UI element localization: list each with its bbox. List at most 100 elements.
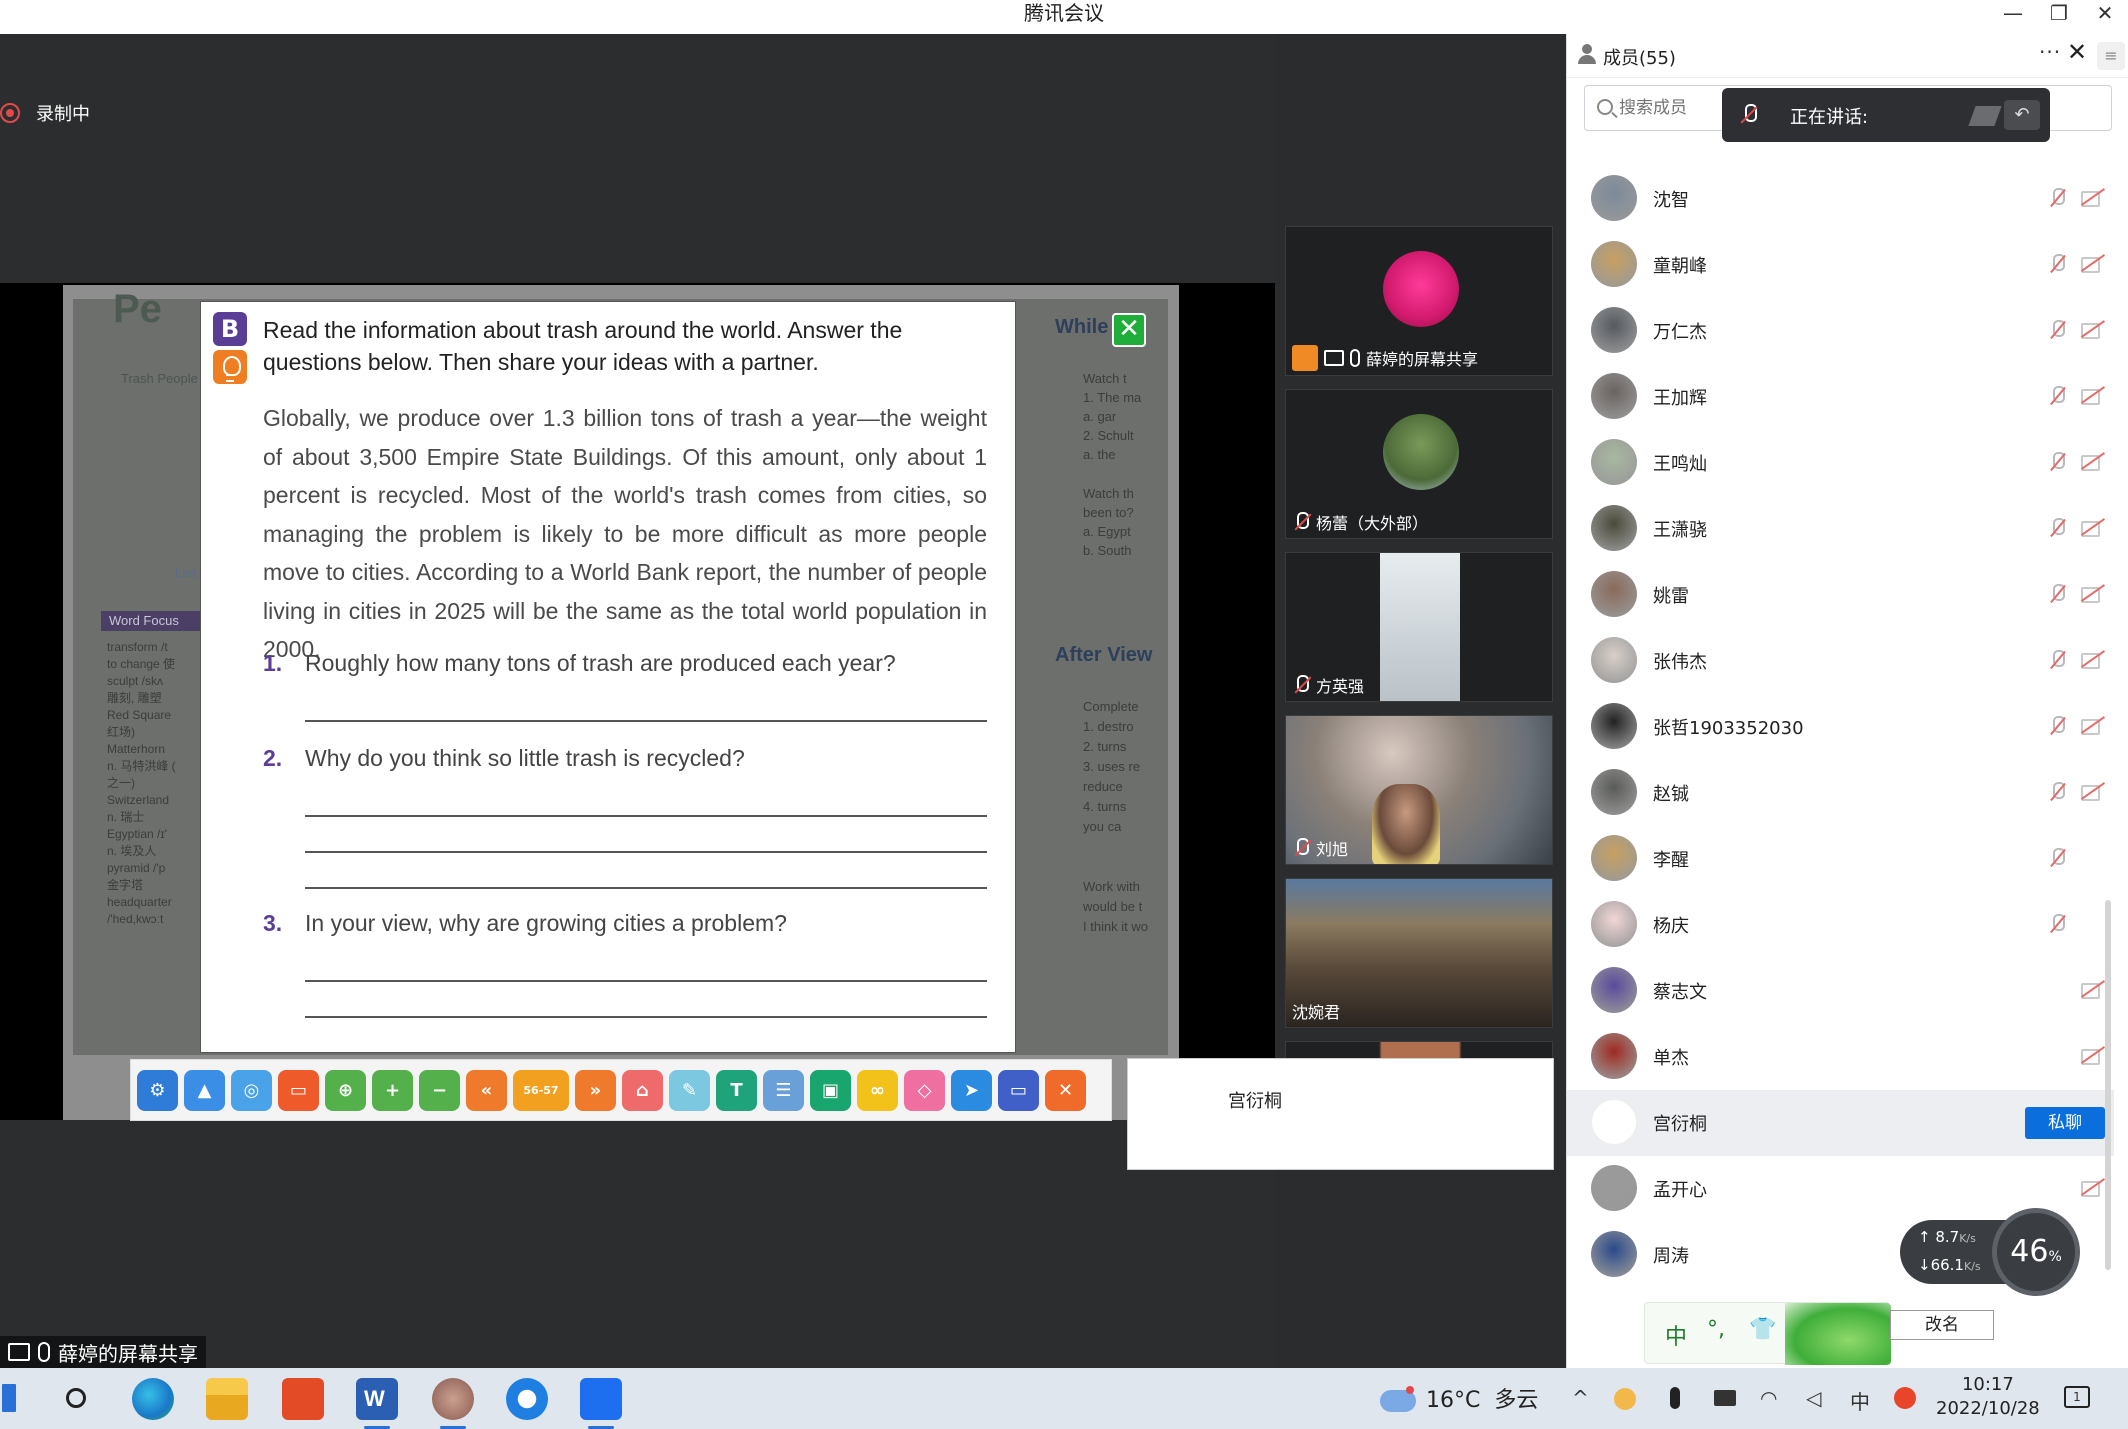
mic-muted-icon[interactable] <box>2047 715 2069 739</box>
member-row[interactable]: 蔡志文 <box>1567 958 2114 1024</box>
mic-muted-icon[interactable] <box>2047 649 2069 673</box>
ime-toolbar[interactable]: 中 °, 👕 <box>1644 1302 1891 1365</box>
tile-participant[interactable]: 杨蕾（大外部） <box>1285 389 1553 539</box>
text-icon[interactable]: T <box>716 1069 757 1111</box>
search-icon[interactable] <box>56 1378 98 1420</box>
mic-muted-icon[interactable] <box>2047 451 2069 475</box>
camera-off-icon[interactable] <box>2081 783 2105 801</box>
ime-skin-icon[interactable]: 👕 <box>1749 1317 1776 1342</box>
camera-off-icon[interactable] <box>2081 1047 2105 1065</box>
mic-muted-icon[interactable] <box>2047 781 2069 805</box>
notification-icon[interactable]: 1 <box>2064 1386 2090 1408</box>
restore-button[interactable]: ❐ <box>2036 0 2082 28</box>
minimize-button[interactable]: — <box>1990 0 2036 28</box>
photo-icon[interactable]: ▲ <box>184 1069 225 1111</box>
pen-icon[interactable]: ✎ <box>669 1069 710 1111</box>
office-icon[interactable] <box>282 1378 324 1420</box>
chat-app-icon[interactable] <box>506 1378 548 1420</box>
open-folder-icon[interactable]: ▭ <box>278 1069 319 1111</box>
tile-participant[interactable]: 刘旭 <box>1285 715 1553 865</box>
tencent-meeting-icon[interactable] <box>580 1378 622 1429</box>
tile-participant[interactable]: 沈婉君 <box>1285 878 1553 1028</box>
search-input[interactable] <box>1619 92 1739 124</box>
zoom-in-icon[interactable]: + <box>372 1069 413 1111</box>
mic-muted-icon[interactable] <box>2047 847 2069 871</box>
prev-page-icon[interactable]: « <box>466 1069 507 1111</box>
member-row[interactable]: 张哲1903352030 <box>1567 694 2114 760</box>
ime-language[interactable]: 中 <box>1665 1319 1687 1351</box>
tile-screen-share[interactable]: 薛婷的屏幕共享 <box>1285 226 1553 376</box>
eraser-icon[interactable]: ◇ <box>904 1069 945 1111</box>
zoom-out-icon[interactable]: − <box>419 1069 460 1111</box>
tray-expand-icon[interactable]: ^ <box>1572 1386 1589 1410</box>
camera-off-icon[interactable] <box>2081 453 2105 471</box>
wifi-icon[interactable]: ◠ <box>1760 1386 1777 1410</box>
screen-icon[interactable]: ▣ <box>810 1069 851 1111</box>
file-explorer-icon[interactable] <box>206 1378 248 1420</box>
mic-muted-icon[interactable] <box>2047 385 2069 409</box>
mic-muted-icon[interactable] <box>2047 517 2069 541</box>
member-row[interactable]: 单杰 <box>1567 1024 2114 1090</box>
tile-participant[interactable]: 方英强 <box>1285 552 1553 702</box>
camera-off-icon[interactable] <box>2081 321 2105 339</box>
next-page-icon[interactable]: » <box>575 1069 616 1111</box>
member-row[interactable]: 赵铖 <box>1567 760 2114 826</box>
microphone-icon[interactable] <box>1670 1387 1680 1409</box>
member-row[interactable]: 万仁杰 <box>1567 298 2114 364</box>
exit-icon[interactable]: ✕ <box>1045 1069 1086 1111</box>
close-popup-button[interactable]: ✕ <box>1112 313 1146 347</box>
menu-icon[interactable]: ≡ <box>2097 42 2125 70</box>
home-icon[interactable]: ⌂ <box>622 1069 663 1111</box>
camera-off-icon[interactable] <box>2081 717 2105 735</box>
camera-off-icon[interactable] <box>2081 255 2105 273</box>
tools-icon[interactable]: ⚙ <box>137 1069 178 1111</box>
word-icon[interactable]: W <box>356 1378 398 1429</box>
member-row[interactable]: 张伟杰 <box>1567 628 2114 694</box>
weather-widget[interactable]: 16°C 多云 <box>1380 1382 1538 1414</box>
member-row[interactable]: 王潇骁 <box>1567 496 2114 562</box>
collapse-button[interactable]: ↶ <box>2004 100 2040 130</box>
notepad-icon[interactable]: ☰ <box>763 1069 804 1111</box>
edge-browser-icon[interactable] <box>132 1378 174 1420</box>
member-row[interactable]: 李醒 <box>1567 826 2114 892</box>
camera-icon[interactable]: ◎ <box>231 1069 272 1111</box>
camera-off-icon[interactable] <box>2081 1179 2105 1197</box>
member-row[interactable]: 童朝峰 <box>1567 232 2114 298</box>
member-row[interactable]: 姚雷 <box>1567 562 2114 628</box>
start-icon[interactable] <box>2 1384 16 1412</box>
close-window-button[interactable]: ✕ <box>2082 0 2128 28</box>
app-icon[interactable] <box>432 1378 474 1429</box>
camera-off-icon[interactable] <box>2081 585 2105 603</box>
mic-muted-icon[interactable] <box>2047 187 2069 211</box>
member-row[interactable]: 宫衍桐 私聊 <box>1567 1090 2114 1156</box>
recording-indicator[interactable]: 录制中 <box>0 98 90 128</box>
camera-off-icon[interactable] <box>2081 189 2105 207</box>
mic-muted-icon[interactable] <box>2047 253 2069 277</box>
sogou-icon[interactable] <box>1894 1387 1916 1409</box>
mic-muted-icon[interactable] <box>2047 913 2069 937</box>
pointer-icon[interactable]: ➤ <box>951 1069 992 1111</box>
member-list-scrollbar[interactable] <box>2105 900 2111 1270</box>
mic-muted-icon[interactable] <box>2047 583 2069 607</box>
ime-indicator[interactable]: 中 <box>1850 1386 1870 1415</box>
camera-off-icon[interactable] <box>2081 519 2105 537</box>
page-indicator-icon[interactable]: 56-57 <box>513 1069 569 1111</box>
more-options-button[interactable]: ··· <box>2039 40 2061 64</box>
window-icon[interactable]: ▭ <box>998 1069 1039 1111</box>
volume-icon[interactable]: ◁ <box>1806 1386 1821 1410</box>
rename-button[interactable]: 改名 <box>1890 1310 1994 1340</box>
battery-icon[interactable] <box>1714 1390 1736 1406</box>
link-icon[interactable]: ∞ <box>857 1069 898 1111</box>
zoom-fit-icon[interactable]: ⊕ <box>325 1069 366 1111</box>
network-monitor[interactable]: ↑ 8.7K/s ↓66.1K/s 46% <box>1900 1208 2080 1298</box>
private-chat-button[interactable]: 私聊 <box>2025 1107 2105 1139</box>
ime-punctuation[interactable]: °, <box>1707 1317 1725 1342</box>
camera-off-icon[interactable] <box>2081 981 2105 999</box>
member-row[interactable]: 王加辉 <box>1567 364 2114 430</box>
camera-off-icon[interactable] <box>2081 387 2105 405</box>
member-row[interactable]: 沈智 <box>1567 166 2114 232</box>
close-panel-button[interactable]: ✕ <box>2067 38 2087 66</box>
system-clock[interactable]: 10:17 2022/10/28 <box>1936 1373 2040 1421</box>
member-row[interactable]: 杨庆 <box>1567 892 2114 958</box>
member-row[interactable]: 王鸣灿 <box>1567 430 2114 496</box>
